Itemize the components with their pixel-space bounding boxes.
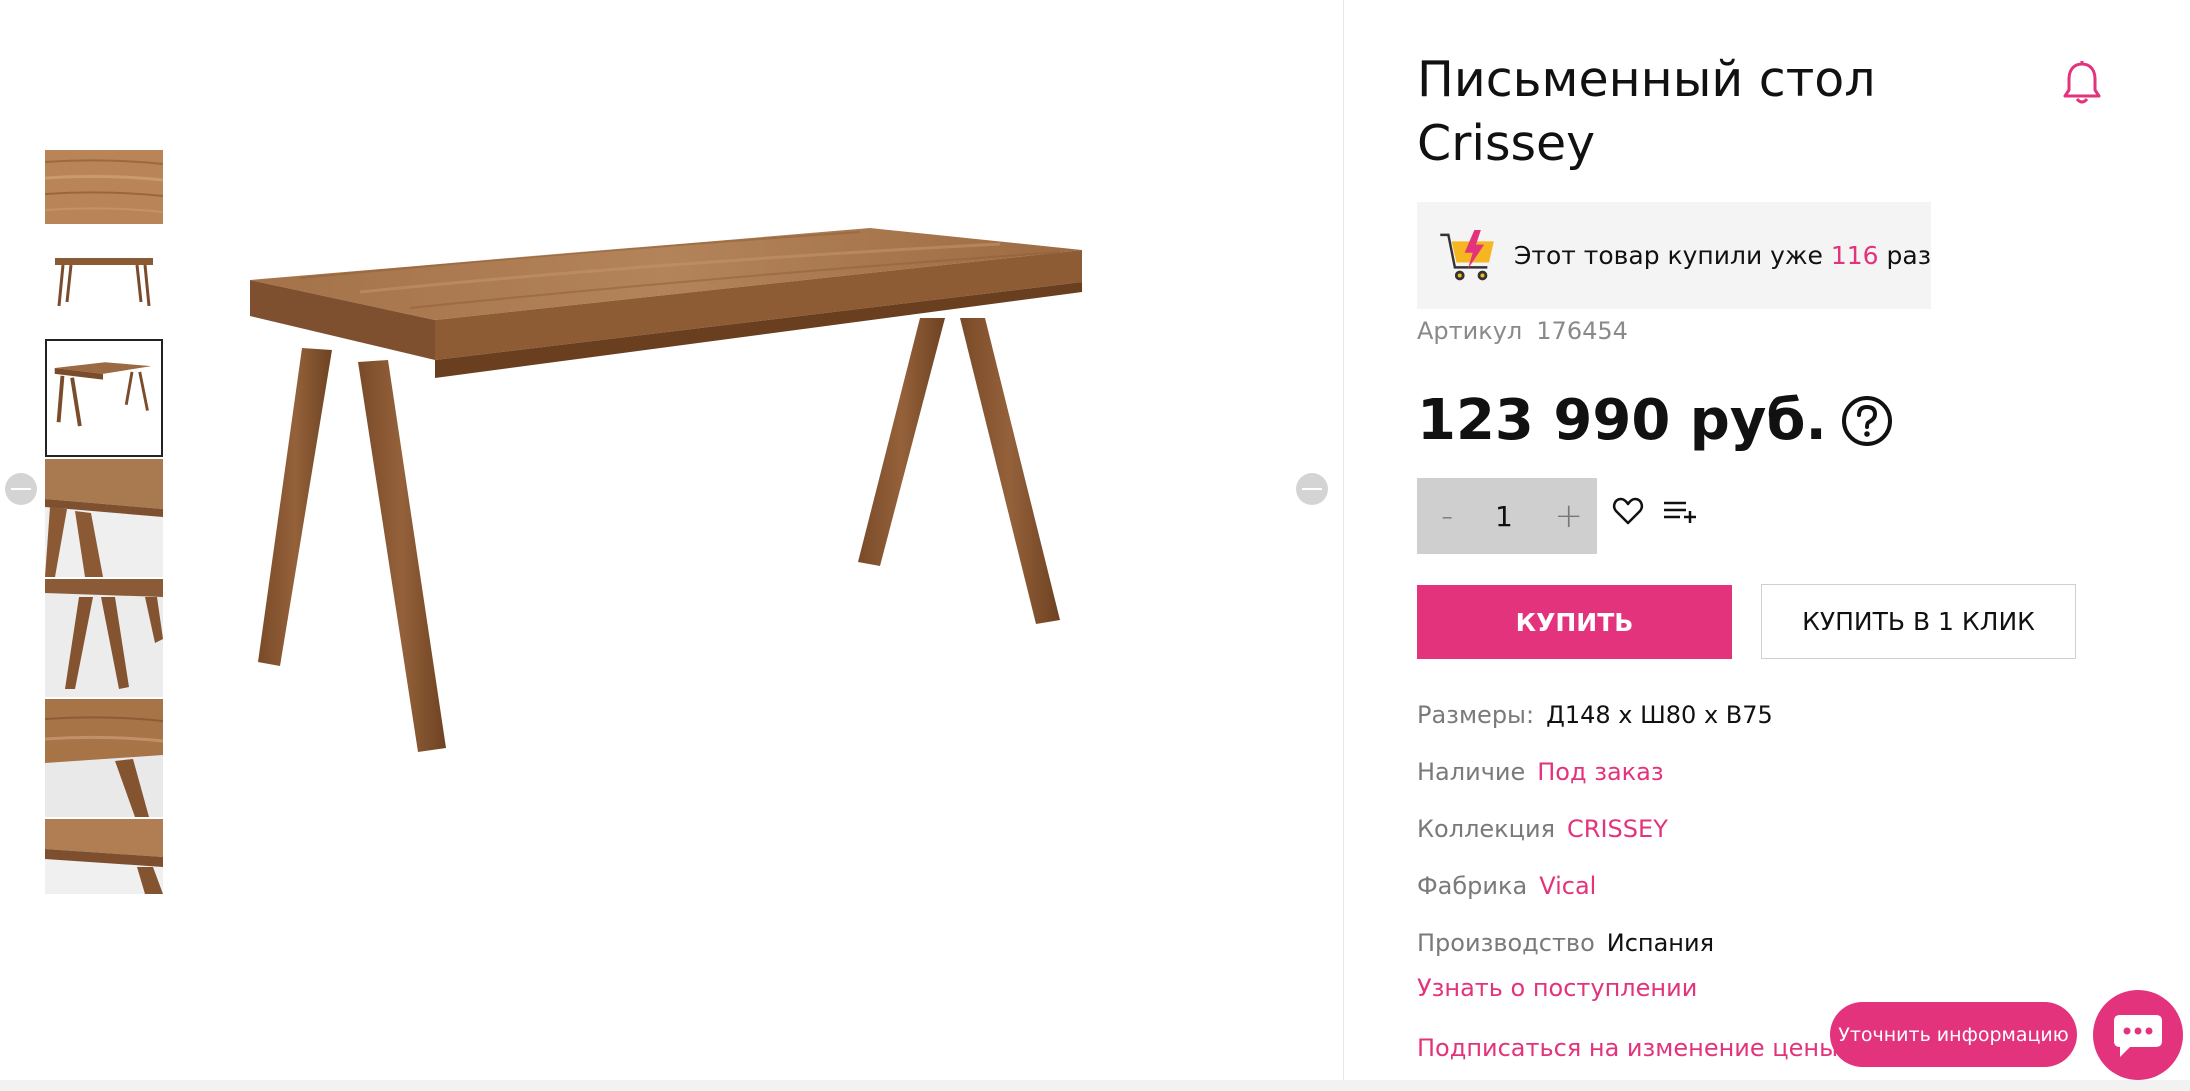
- sku: Артикул 176454: [1417, 317, 1628, 345]
- arrow-right-icon[interactable]: [1296, 473, 1328, 505]
- subscribe-price-link[interactable]: Подписаться на изменение цены: [1417, 1034, 1838, 1062]
- sold-suffix: раз: [1886, 241, 1931, 270]
- page-title: Письменный стол Crissey: [1417, 51, 1876, 172]
- product-gallery: [0, 0, 1343, 1080]
- sold-count: 116: [1830, 241, 1879, 270]
- notify-availability-link[interactable]: Узнать о поступлении: [1417, 974, 1697, 1002]
- quantity-stepper: - 1 +: [1417, 478, 1597, 554]
- quantity-value[interactable]: 1: [1495, 500, 1513, 533]
- bell-icon[interactable]: [2062, 60, 2102, 106]
- property-availability: Наличие Под заказ: [1417, 743, 2067, 800]
- panel-divider: [1343, 0, 1344, 1080]
- clarify-info-button[interactable]: Уточнить информацию: [1830, 1002, 2077, 1067]
- property-label: Коллекция: [1417, 814, 1556, 843]
- property-label: Производство: [1417, 928, 1595, 957]
- thumbnail-leg-detail[interactable]: [45, 579, 163, 697]
- sku-label: Артикул: [1417, 317, 1523, 345]
- property-origin: Производство Испания: [1417, 914, 2067, 971]
- thumbnail-wood-surface[interactable]: [45, 150, 163, 224]
- property-collection: Коллекция CRISSEY: [1417, 800, 2067, 857]
- thumbnail-list: [45, 150, 163, 896]
- quantity-decrease-button[interactable]: -: [1441, 496, 1453, 536]
- question-circle-icon[interactable]: [1841, 395, 1893, 447]
- heart-icon[interactable]: [1612, 495, 1644, 527]
- property-value-link[interactable]: Vical: [1539, 872, 1596, 900]
- quantity-increase-button[interactable]: +: [1554, 496, 1583, 536]
- chat-bubble-icon: [2114, 1015, 2162, 1057]
- sold-text: Этот товар купили уже 116 раз: [1514, 241, 1931, 270]
- thumbnail-edge-detail[interactable]: [45, 819, 163, 894]
- product-page: Письменный стол Crissey Этот товар купил…: [0, 0, 2190, 1091]
- property-label: Фабрика: [1417, 871, 1528, 900]
- buy-one-click-button[interactable]: КУПИТЬ В 1 КЛИК: [1761, 584, 2076, 659]
- property-value-link[interactable]: Под заказ: [1537, 758, 1663, 786]
- property-label: Наличие: [1417, 757, 1526, 786]
- property-list: Размеры: Д148 х Ш80 х В75 Наличие Под за…: [1417, 686, 2067, 971]
- sold-count-banner: Этот товар купили уже 116 раз: [1417, 202, 1931, 309]
- property-value-link[interactable]: CRISSEY: [1567, 815, 1668, 843]
- page-bottom-strip: [0, 1080, 2190, 1091]
- property-label: Размеры:: [1417, 700, 1535, 729]
- list-add-icon[interactable]: [1662, 495, 1698, 527]
- thumbnail-top-leg-detail[interactable]: [45, 699, 163, 817]
- thumbnail-front-view[interactable]: [45, 244, 163, 324]
- price: 123 990 руб.: [1417, 388, 1893, 453]
- property-value: Д148 х Ш80 х В75: [1546, 700, 1773, 729]
- price-value: 123 990 руб.: [1417, 388, 1827, 453]
- chat-button[interactable]: [2093, 990, 2183, 1080]
- thumbnail-corner-detail[interactable]: [45, 459, 163, 577]
- product-main-image: [250, 228, 1082, 752]
- property-value: Испания: [1606, 928, 1715, 957]
- sku-value: 176454: [1536, 317, 1628, 345]
- arrow-left-icon[interactable]: [5, 473, 37, 505]
- property-dimensions: Размеры: Д148 х Ш80 х В75: [1417, 686, 2067, 743]
- cart-lightning-icon: [1440, 229, 1494, 280]
- sold-prefix: Этот товар купили уже: [1513, 241, 1823, 270]
- buy-button[interactable]: КУПИТЬ: [1417, 585, 1732, 659]
- property-factory: Фабрика Vical: [1417, 857, 2067, 914]
- thumbnail-angle-view[interactable]: [45, 339, 163, 457]
